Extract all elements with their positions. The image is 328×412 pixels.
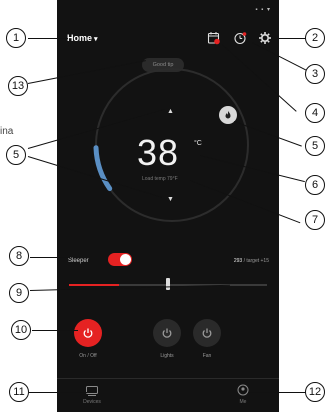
devices-icon	[86, 386, 98, 396]
leader-line	[29, 392, 87, 393]
mode-toggle[interactable]	[108, 253, 132, 266]
profile-icon	[237, 384, 249, 396]
callout-1: 1	[6, 28, 26, 48]
power-label: On / Off	[79, 353, 97, 359]
power-button[interactable]	[74, 319, 102, 347]
mode-label: Sleeper	[68, 258, 89, 264]
power-icon	[83, 328, 93, 338]
callout-7: 7	[305, 210, 325, 230]
callout-4: 4	[305, 103, 325, 123]
lights-button[interactable]	[153, 319, 181, 347]
toggle-knob	[120, 254, 131, 265]
callout-3: 3	[305, 64, 325, 84]
flame-icon	[225, 111, 231, 119]
nav-divider	[57, 378, 279, 379]
decrease-arrow-icon[interactable]: ▼	[167, 196, 174, 203]
power-icon	[202, 328, 212, 338]
fan-label: Fan	[202, 353, 212, 359]
slider-fill	[69, 284, 119, 286]
fan-button[interactable]	[193, 319, 221, 347]
temperature-unit: °C	[194, 140, 202, 147]
me-tab-label: Me	[239, 399, 247, 405]
callout-5a: 5	[6, 145, 26, 165]
callout-6: 6	[305, 175, 325, 195]
leader-line	[28, 38, 68, 39]
callout-13: 13	[8, 76, 28, 96]
temperature-value: 38	[137, 132, 180, 173]
leader-line	[276, 38, 306, 39]
lights-label: Lights	[160, 353, 174, 359]
dial-progress-arc	[93, 145, 113, 192]
level-value: 293	[233, 258, 243, 264]
devices-tab-label: Devices	[83, 399, 101, 405]
leader-line	[248, 392, 306, 393]
stray-text: ina	[0, 126, 14, 137]
temperature-sublabel: Load temp 79°F	[142, 176, 178, 182]
phone-screen: ▪ ▪ ▾ Home ▾ Good tip ▲ ▼ 38 °C Load tem…	[57, 0, 279, 412]
callout-5b: 5	[305, 136, 325, 156]
callout-10: 10	[11, 320, 31, 340]
increase-arrow-icon[interactable]: ▲	[167, 108, 174, 115]
level-readout: 293 / target +15	[234, 258, 269, 264]
leader-line	[30, 257, 70, 258]
callout-2: 2	[305, 28, 325, 48]
callout-8: 8	[9, 246, 29, 266]
callout-12: 12	[305, 382, 325, 402]
power-icon	[162, 328, 172, 338]
temperature-dial[interactable]	[57, 0, 279, 240]
callout-11: 11	[9, 382, 29, 402]
slider-handle[interactable]	[166, 278, 170, 290]
callout-9: 9	[9, 283, 29, 303]
leader-line	[32, 330, 78, 331]
level-suffix: / target +15	[243, 258, 269, 264]
